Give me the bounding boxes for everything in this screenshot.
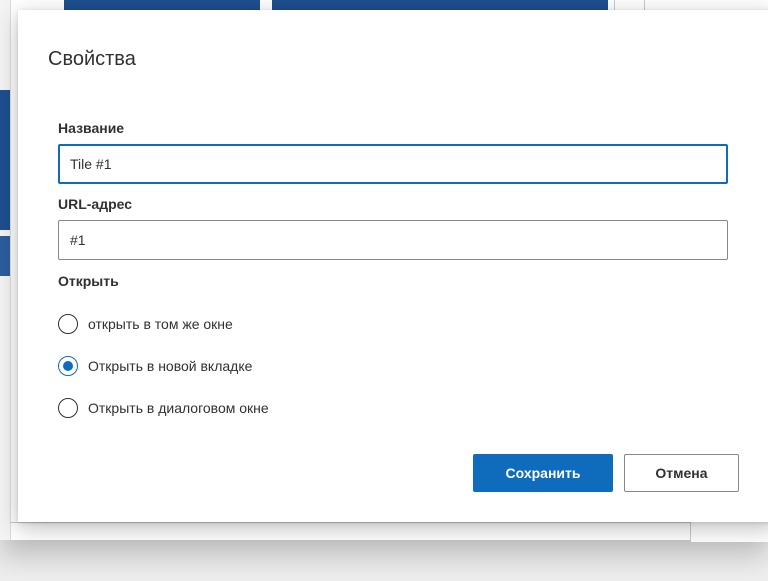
background-divider: [10, 522, 690, 523]
background-tile: [0, 90, 10, 230]
radio-option-label: открыть в том же окне: [88, 316, 233, 332]
radio-button-icon[interactable]: [58, 356, 78, 376]
radio-option-dialog-window[interactable]: Открыть в диалоговом окне: [58, 396, 269, 420]
radio-option-label: Открыть в диалоговом окне: [88, 400, 269, 416]
radio-option-same-window[interactable]: открыть в том же окне: [58, 312, 233, 336]
radio-option-label: Открыть в новой вкладке: [88, 358, 253, 374]
save-button[interactable]: Сохранить: [473, 454, 613, 492]
url-input[interactable]: [58, 220, 728, 260]
open-label: Открыть: [58, 273, 119, 289]
radio-button-icon[interactable]: [58, 314, 78, 334]
name-input[interactable]: [58, 144, 728, 184]
screen: Свойства Название URL-адрес Открыть откр…: [0, 0, 768, 581]
dialog-title: Свойства: [48, 48, 136, 70]
url-label: URL-адрес: [58, 196, 133, 212]
background-panel: [690, 522, 768, 542]
radio-option-new-tab[interactable]: Открыть в новой вкладке: [58, 354, 252, 378]
background-tile: [0, 236, 10, 276]
name-label: Название: [58, 120, 125, 136]
properties-dialog: Свойства Название URL-адрес Открыть откр…: [18, 10, 768, 522]
radio-button-icon[interactable]: [58, 398, 78, 418]
cancel-button[interactable]: Отмена: [624, 454, 739, 492]
